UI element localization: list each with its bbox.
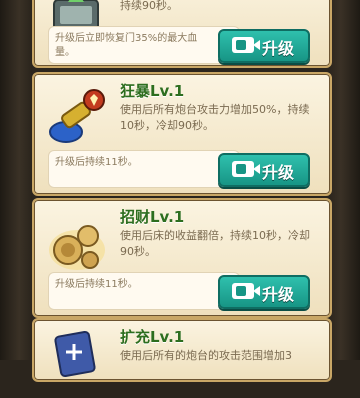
skill-card-fortune: 招财Lv.1 使用后床的收益翻倍，持续10秒，冷却90秒。 升级后持续11秒。 … [32,198,332,318]
skill-description: 使用后所有的炮台的攻击范围增加3 [120,349,292,362]
video-ad-icon [232,161,254,177]
skill-title: 招财Lv.1 [120,208,185,226]
frame-left-border [0,0,32,360]
video-ad-icon [232,283,254,299]
video-ad-icon [232,37,254,53]
upgrade-note: 升级后持续11秒。 [48,272,248,310]
rage-cannon-icon [44,88,110,152]
skill-title: 狂暴Lv.1 [120,82,185,100]
skill-title: 扩充Lv.1 [120,328,185,346]
fortune-coins-icon [44,214,110,278]
upgrade-button[interactable]: 升级 [218,275,310,309]
upgrade-button[interactable]: 升级 [218,29,310,63]
skill-card-repair: 持续90秒。 升级后立即恢复门35%的最大血量。 升级 [32,0,332,68]
upgrade-note: 升级后持续11秒。 [48,150,248,188]
upgrade-button[interactable]: 升级 [218,153,310,187]
skill-description: 使用后床的收益翻倍，持续10秒，冷却90秒。 [120,229,310,258]
skill-description: 持续90秒。 [120,0,178,12]
expand-card-icon [44,330,110,394]
upgrade-note: 升级后立即恢复门35%的最大血量。 [48,26,248,64]
skill-description: 使用后所有炮台攻击力增加50%，持续10秒，冷却90秒。 [120,103,310,132]
skill-card-expand: 扩充Lv.1 使用后所有的炮台的攻击范围增加3 [32,318,332,382]
frame-right-border [328,0,360,360]
skill-card-rage: 狂暴Lv.1 使用后所有炮台攻击力增加50%，持续10秒，冷却90秒。 升级后持… [32,72,332,196]
